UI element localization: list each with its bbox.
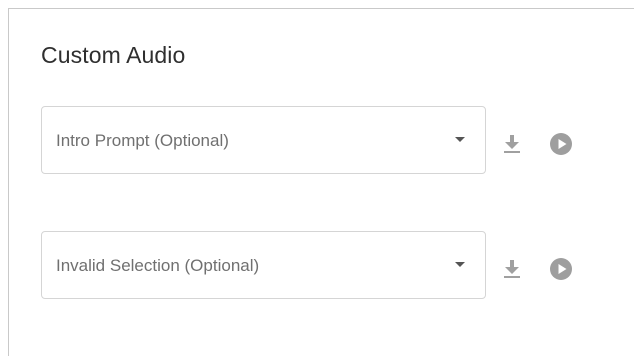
intro-prompt-select[interactable]: Intro Prompt (Optional): [41, 106, 486, 174]
arrow-drop-down-icon: [455, 262, 465, 267]
invalid-selection-row: Invalid Selection (Optional): [41, 231, 601, 301]
intro-prompt-select-label: Intro Prompt (Optional): [56, 131, 229, 150]
download-icon[interactable]: [501, 132, 523, 154]
download-icon[interactable]: [501, 257, 523, 279]
play-circle-icon[interactable]: [549, 257, 573, 281]
invalid-selection-select-label: Invalid Selection (Optional): [56, 256, 260, 275]
play-circle-icon[interactable]: [549, 132, 573, 156]
invalid-selection-select[interactable]: Invalid Selection (Optional): [41, 231, 486, 299]
custom-audio-panel: Custom Audio Intro Prompt (Optional) Inv…: [8, 8, 634, 356]
intro-prompt-row: Intro Prompt (Optional): [41, 106, 601, 176]
section-title: Custom Audio: [41, 42, 186, 68]
arrow-drop-down-icon: [455, 137, 465, 142]
